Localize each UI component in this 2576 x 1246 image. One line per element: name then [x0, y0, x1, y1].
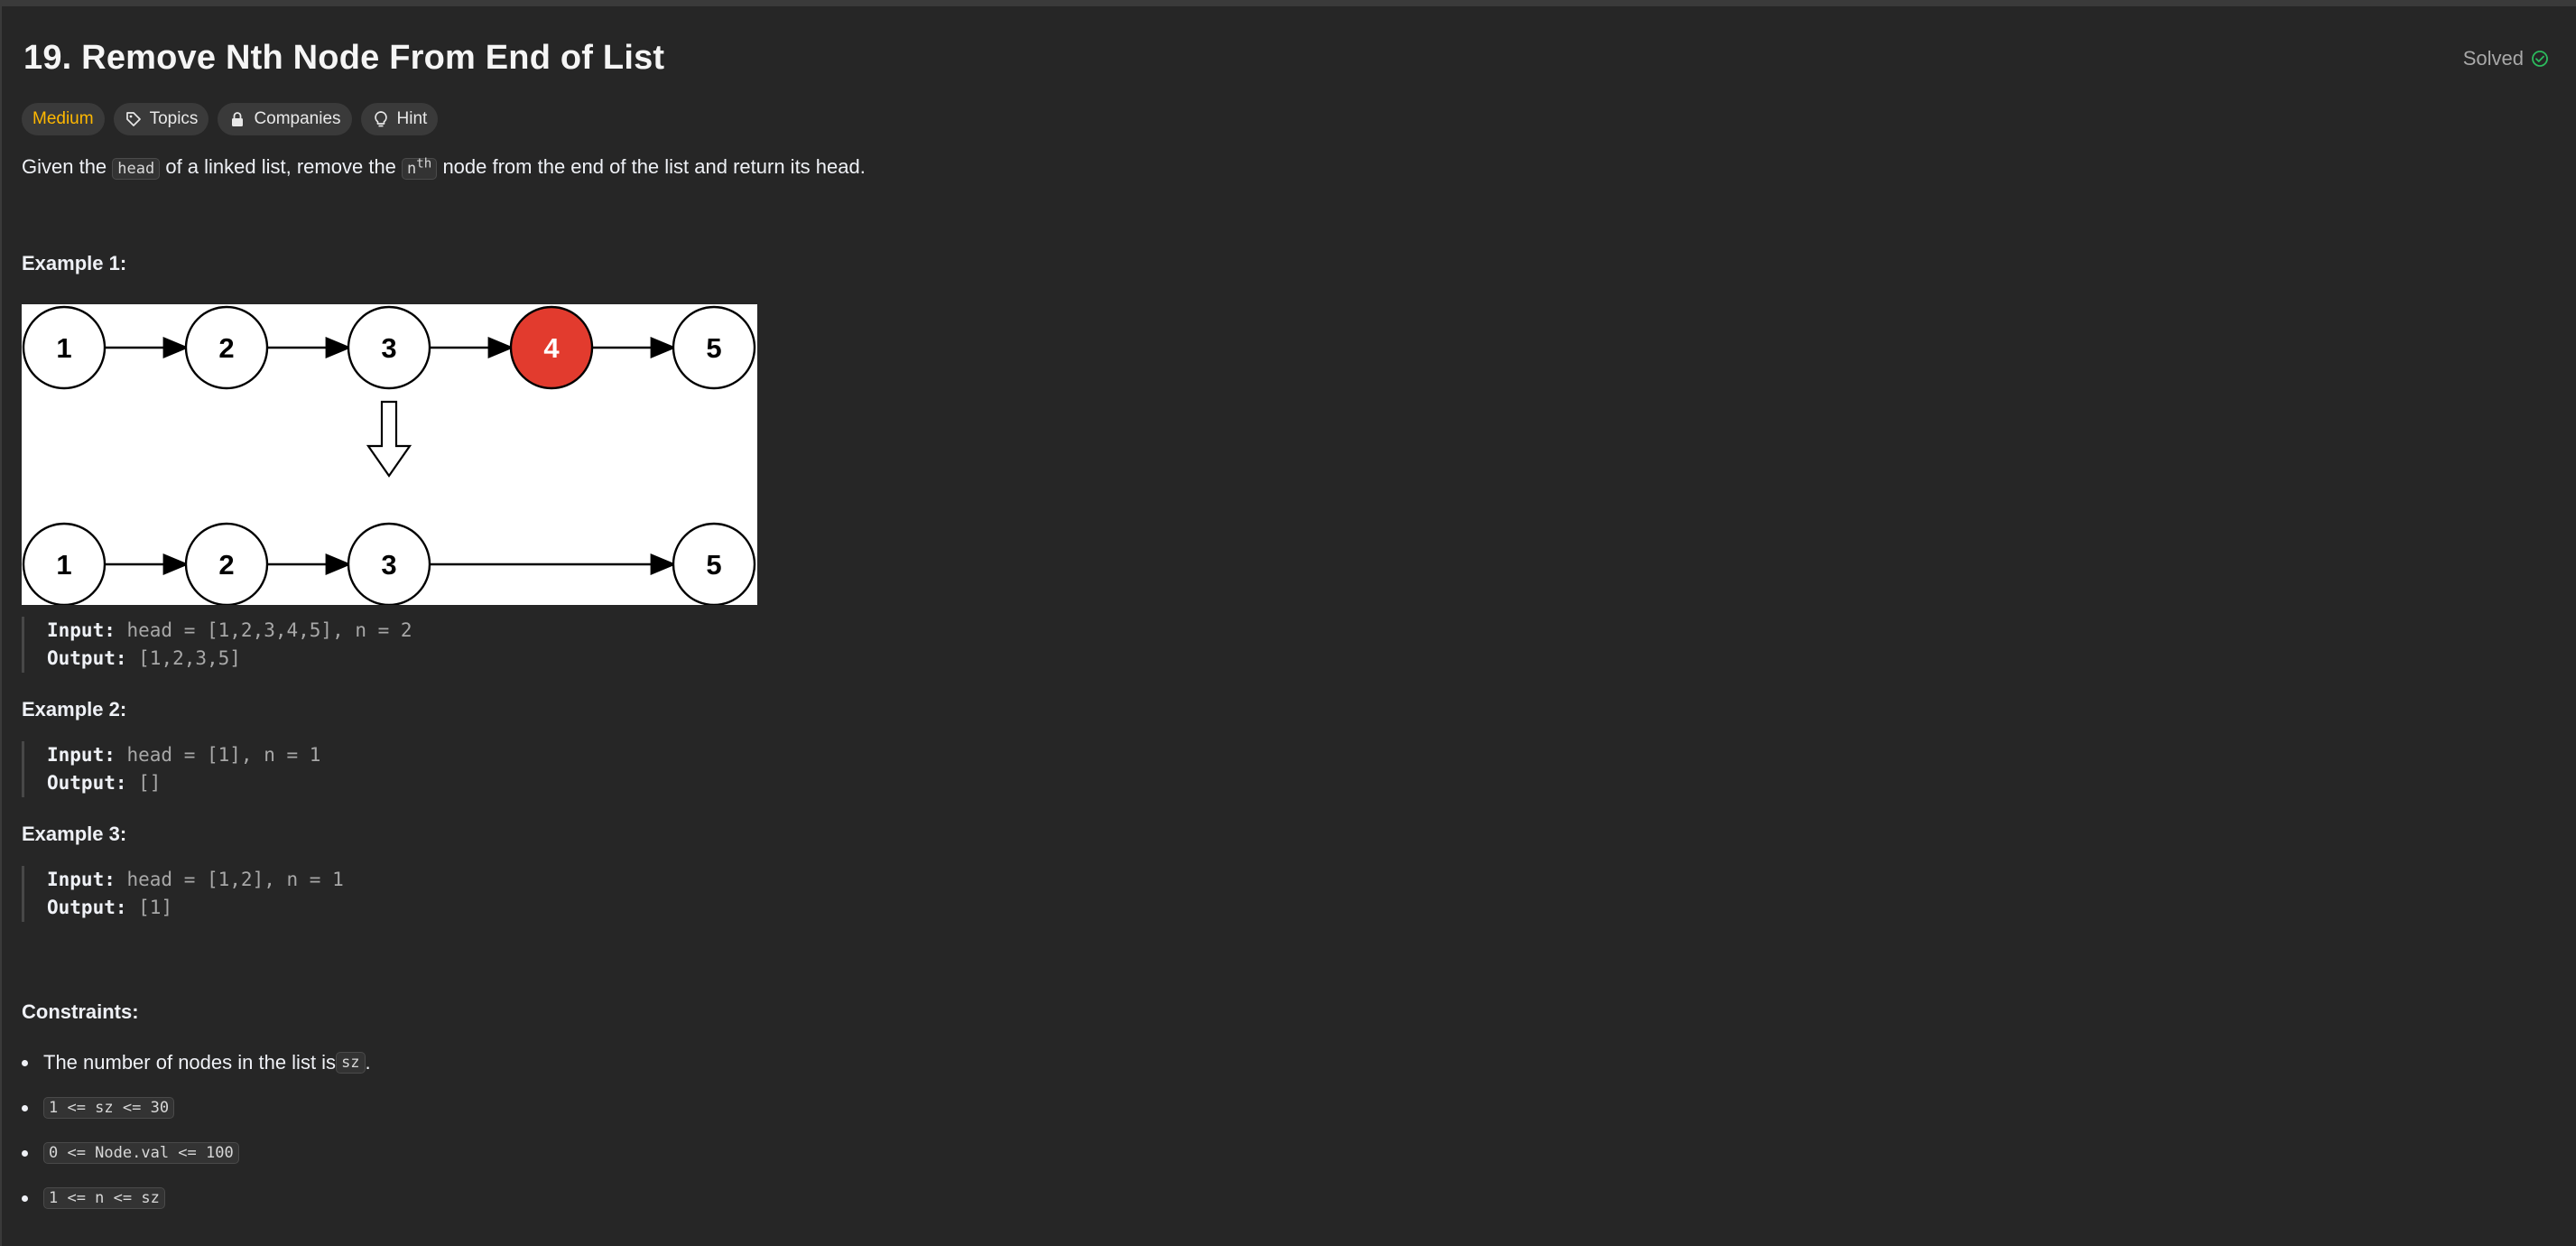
output-value: [1] — [126, 897, 173, 918]
node-top-5: 5 — [672, 305, 756, 390]
code-n: n — [407, 160, 417, 178]
input-label: Input: — [47, 619, 116, 641]
lock-icon — [232, 112, 244, 126]
input-label: Input: — [47, 744, 116, 766]
example-2-input: Input: head = [1], n = 1 — [47, 741, 320, 769]
code-th: th — [416, 156, 432, 172]
node-bottom-2: 2 — [184, 522, 269, 605]
example-2-heading: Example 2: — [22, 698, 127, 721]
difficulty-label: Medium — [32, 109, 94, 128]
constraint-text: The number of nodes in the list is — [43, 1051, 337, 1074]
problem-title: 19. Remove Nth Node From End of List — [23, 39, 665, 77]
tag-row: Medium Topics Companies Hint — [22, 103, 439, 135]
example-2-output: Output: [] — [47, 769, 320, 797]
linked-list-diagram: 1 2 3 4 5 1 2 3 5 — [22, 304, 757, 605]
companies-button[interactable]: Companies — [218, 103, 352, 135]
node-bottom-3: 3 — [347, 522, 431, 605]
problem-description-panel: 19. Remove Nth Node From End of List Sol… — [0, 6, 2576, 1246]
input-value: head = [1,2], n = 1 — [115, 869, 344, 890]
node-label: 4 — [543, 332, 560, 364]
node-bottom-5: 5 — [672, 522, 756, 605]
node-top-1: 1 — [22, 305, 107, 390]
output-value: [] — [126, 772, 162, 794]
node-label: 1 — [56, 332, 71, 364]
constraint-code: 1 <= sz <= 30 — [43, 1097, 175, 1119]
node-label: 2 — [218, 549, 234, 581]
top-border — [0, 0, 2576, 6]
transform-arrow — [366, 400, 412, 478]
example-3-input: Input: head = [1,2], n = 1 — [47, 866, 344, 894]
node-label: 1 — [56, 549, 71, 581]
example-1-output: Output: [1,2,3,5] — [47, 645, 412, 673]
code-head: head — [112, 158, 161, 180]
check-circle-icon — [2532, 51, 2548, 67]
node-label: 2 — [218, 332, 234, 364]
example-3-heading: Example 3: — [22, 823, 127, 845]
example-3-output: Output: [1] — [47, 894, 344, 922]
node-label: 3 — [381, 549, 396, 581]
solved-label: Solved — [2462, 47, 2524, 70]
constraint-code: 1 <= n <= sz — [43, 1187, 165, 1209]
constraint-item: 1 <= n <= sz — [22, 1176, 371, 1221]
desc-text-1: Given the — [22, 155, 113, 178]
desc-text-3: node from the end of the list and return… — [437, 155, 866, 178]
lightbulb-icon — [374, 111, 387, 127]
output-label: Output: — [47, 647, 127, 669]
solved-status: Solved — [2463, 47, 2549, 70]
difficulty-badge[interactable]: Medium — [22, 103, 105, 135]
node-bottom-1: 1 — [22, 522, 107, 605]
input-label: Input: — [47, 869, 116, 890]
node-top-3: 3 — [347, 305, 431, 390]
node-label: 3 — [381, 332, 396, 364]
code-nth: nth — [402, 156, 438, 180]
example-3-block: Input: head = [1,2], n = 1 Output: [1] — [22, 866, 344, 922]
constraint-item: The number of nodes in the list is sz. — [22, 1040, 371, 1085]
example-1-block: Input: head = [1,2,3,4,5], n = 2 Output:… — [22, 617, 412, 673]
node-label: 5 — [706, 332, 721, 364]
constraint-item: 1 <= sz <= 30 — [22, 1085, 371, 1130]
constraint-item: 0 <= Node.val <= 100 — [22, 1130, 371, 1176]
example-1-heading: Example 1: — [22, 252, 127, 274]
constraints-list: The number of nodes in the list is sz. 1… — [22, 1040, 371, 1221]
example-2-block: Input: head = [1], n = 1 Output: [] — [22, 741, 320, 797]
problem-statement: Given the head of a linked list, remove … — [22, 155, 866, 180]
output-label: Output: — [47, 897, 127, 918]
output-label: Output: — [47, 772, 127, 794]
node-top-2: 2 — [184, 305, 269, 390]
input-value: head = [1], n = 1 — [115, 744, 321, 766]
example-1-input: Input: head = [1,2,3,4,5], n = 2 — [47, 617, 412, 645]
input-value: head = [1,2,3,4,5], n = 2 — [115, 619, 412, 641]
constraint-code: sz — [336, 1052, 366, 1074]
hint-label: Hint — [396, 109, 428, 128]
node-label: 5 — [706, 549, 721, 581]
constraints-heading: Constraints: — [22, 1000, 139, 1023]
hint-button[interactable]: Hint — [360, 103, 439, 135]
constraint-code: 0 <= Node.val <= 100 — [43, 1142, 239, 1164]
desc-text-2: of a linked list, remove the — [160, 155, 403, 178]
output-value: [1,2,3,5] — [126, 647, 241, 669]
node-top-4-removed: 4 — [509, 305, 594, 390]
topics-label: Topics — [149, 109, 199, 128]
topics-button[interactable]: Topics — [113, 103, 209, 135]
companies-label: Companies — [254, 109, 341, 128]
constraint-period: . — [365, 1051, 371, 1074]
tag-icon — [125, 112, 141, 126]
